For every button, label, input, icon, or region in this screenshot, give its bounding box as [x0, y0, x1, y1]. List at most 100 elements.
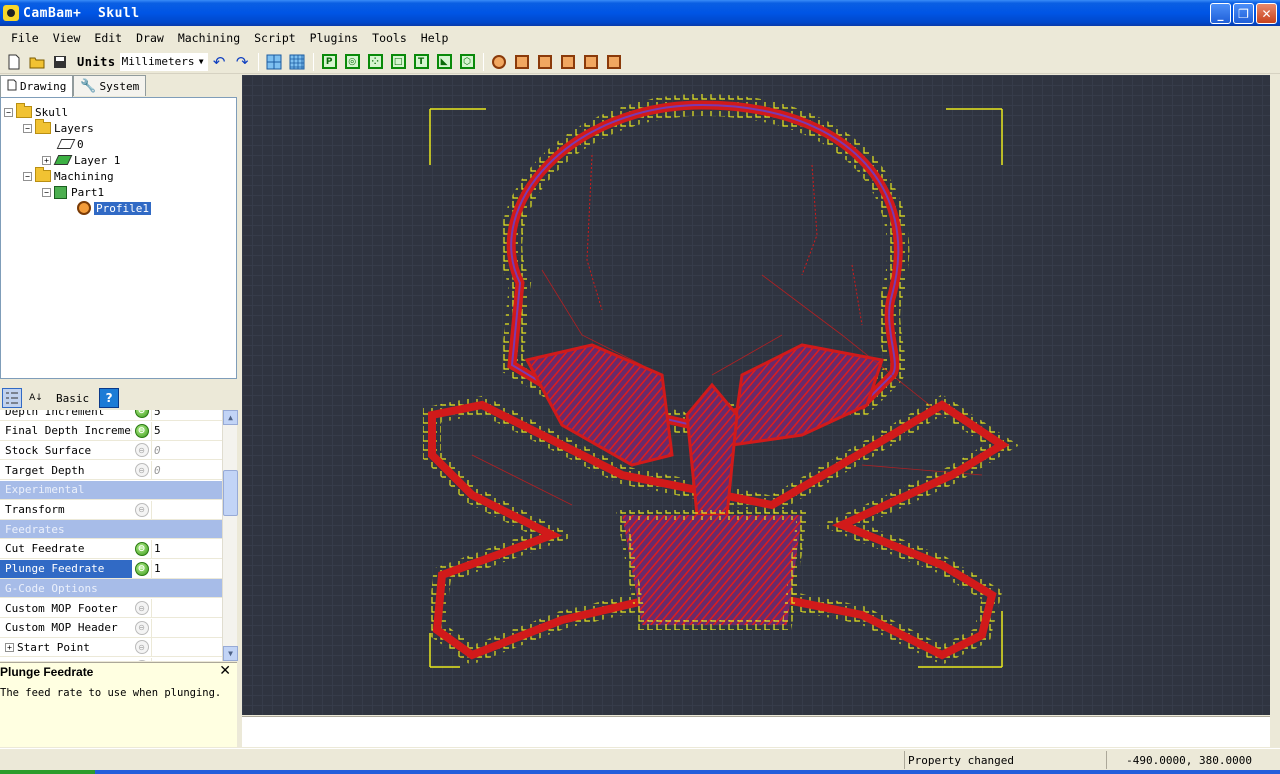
units-dropdown[interactable]: Millimeters ▼ — [119, 52, 208, 71]
drill-mop-icon[interactable]: ⁘ — [366, 53, 384, 71]
wrench-icon: 🔧 — [80, 78, 97, 94]
property-toggle[interactable]: ⊖ — [132, 501, 151, 519]
close-button[interactable]: ✕ — [1256, 3, 1277, 24]
property-row[interactable]: Plunge Feedrate ⊖ 1 — [0, 559, 222, 579]
generate-toolpaths-icon[interactable] — [490, 53, 508, 71]
scroll-down-icon[interactable]: ▼ — [223, 646, 238, 661]
property-toggle[interactable]: ⊖ — [132, 658, 151, 661]
menu-script[interactable]: Script — [247, 31, 303, 45]
menu-help[interactable]: Help — [414, 31, 456, 45]
minimize-button[interactable]: _ — [1210, 3, 1231, 24]
save-icon[interactable] — [51, 53, 69, 71]
property-row[interactable]: Cut Feedrate ⊖ 1 — [0, 539, 222, 559]
property-toggle[interactable]: ⊖ — [132, 638, 151, 656]
collapse-icon[interactable]: − — [23, 171, 32, 181]
drawing-canvas[interactable] — [242, 75, 1270, 715]
property-value[interactable] — [151, 638, 222, 657]
categorized-view-icon[interactable] — [2, 388, 22, 408]
menu-tools[interactable]: Tools — [365, 31, 414, 45]
property-row[interactable]: + Start Point ⊖ — [0, 638, 222, 658]
produce-gcode-icon[interactable] — [605, 53, 623, 71]
tree-node-layer-0[interactable]: 0 — [56, 136, 84, 152]
3d-surface-mop-icon[interactable]: ⬡ — [458, 53, 476, 71]
close-icon[interactable]: ✕ — [219, 663, 231, 679]
menu-draw[interactable]: Draw — [129, 31, 171, 45]
property-toggle[interactable]: ⊖ — [132, 619, 151, 637]
property-toggle[interactable]: ⊖ — [132, 422, 151, 440]
property-value[interactable]: Undefined — [151, 658, 222, 661]
snap-grid-icon[interactable] — [265, 53, 283, 71]
property-toggle[interactable]: ⊖ — [132, 410, 151, 420]
menu-edit[interactable]: Edit — [87, 31, 129, 45]
collapse-icon[interactable]: − — [42, 187, 51, 197]
tab-drawing[interactable]: Drawing — [0, 75, 74, 97]
property-toggle[interactable]: ⊖ — [132, 599, 151, 617]
property-toggle[interactable]: ⊖ — [132, 560, 151, 578]
property-toggle[interactable]: ⊖ — [132, 441, 151, 459]
property-category[interactable]: Feedrates — [0, 520, 222, 540]
tab-system[interactable]: 🔧 System — [73, 75, 147, 96]
property-row[interactable]: Stock Surface ⊖ 0 — [0, 441, 222, 461]
menu-file[interactable]: File — [4, 31, 46, 45]
grid-icon[interactable] — [288, 53, 306, 71]
pocket-mop-icon[interactable]: ◎ — [343, 53, 361, 71]
window-title: CamBam+ Skull — [23, 5, 140, 21]
property-value[interactable]: 5 — [151, 410, 222, 420]
profile-mop-icon[interactable]: P — [320, 53, 338, 71]
basic-mode-button[interactable]: Basic — [50, 388, 95, 408]
property-toggle[interactable]: ⊖ — [132, 461, 151, 479]
property-value[interactable]: 1 — [151, 559, 222, 578]
collapse-icon[interactable]: − — [4, 107, 13, 117]
tree-node-profile1[interactable]: Profile1 — [77, 200, 151, 216]
property-value[interactable]: 1 — [151, 539, 222, 558]
menu-plugins[interactable]: Plugins — [303, 31, 365, 45]
new-file-icon[interactable] — [5, 53, 23, 71]
property-row[interactable]: Final Depth Increment ⊖ 5 — [0, 421, 222, 441]
lathe-mop-icon[interactable]: ◣ — [435, 53, 453, 71]
property-value[interactable]: 0 — [151, 461, 222, 480]
help-icon[interactable]: ? — [99, 388, 120, 408]
property-row[interactable]: Velocity Mode⊖Undefined — [0, 658, 222, 661]
property-name-text: Custom MOP Footer — [5, 601, 118, 615]
tree-node-skull[interactable]: − Skull — [4, 103, 68, 120]
tree-node-layers[interactable]: − Layers — [23, 119, 94, 136]
property-category[interactable]: Experimental — [0, 480, 222, 500]
menu-machining[interactable]: Machining — [171, 31, 247, 45]
restore-button[interactable]: ❐ — [1233, 3, 1254, 24]
property-toggle[interactable]: ⊖ — [132, 540, 151, 558]
property-name: Velocity Mode — [0, 658, 132, 662]
property-value[interactable] — [151, 500, 222, 519]
property-value[interactable] — [151, 618, 222, 637]
expand-icon[interactable]: + — [5, 642, 14, 652]
machine-part-icon[interactable] — [513, 53, 531, 71]
tree-node-part1[interactable]: − Part1 — [42, 184, 104, 200]
tree-node-layer-1[interactable]: + Layer 1 — [42, 152, 120, 168]
property-value[interactable] — [151, 599, 222, 617]
open-folder-icon[interactable] — [28, 53, 46, 71]
property-row[interactable]: Transform ⊖ — [0, 500, 222, 520]
scroll-thumb[interactable] — [223, 470, 238, 516]
text-mop-icon[interactable]: T — [412, 53, 430, 71]
gcode-icon[interactable] — [536, 53, 554, 71]
property-category[interactable]: G-Code Options — [0, 579, 222, 599]
tool-library-icon[interactable] — [582, 53, 600, 71]
scroll-up-icon[interactable]: ▲ — [223, 410, 238, 425]
value-set-icon: ⊖ — [134, 423, 149, 438]
stock-icon[interactable] — [559, 53, 577, 71]
property-value[interactable]: 5 — [151, 421, 222, 440]
property-value[interactable]: 0 — [151, 441, 222, 460]
expand-icon[interactable]: + — [42, 155, 51, 165]
property-row[interactable]: Depth Increment ⊖ 5 — [0, 410, 222, 421]
property-scrollbar[interactable]: ▲ ▼ — [222, 410, 238, 661]
property-row[interactable]: Custom MOP Footer ⊖ — [0, 599, 222, 618]
tree-node-machining[interactable]: − Machining — [23, 167, 114, 184]
engrave-mop-icon[interactable]: □ — [389, 53, 407, 71]
redo-icon[interactable]: ↷ — [233, 53, 251, 71]
undo-icon[interactable]: ↶ — [210, 53, 228, 71]
menu-view[interactable]: View — [46, 31, 88, 45]
property-row[interactable]: Custom MOP Header ⊖ — [0, 618, 222, 638]
sort-alphabetical-icon[interactable]: A↓ — [26, 388, 46, 408]
folder-icon — [16, 103, 32, 118]
property-row[interactable]: Target Depth ⊖ 0 — [0, 461, 222, 481]
collapse-icon[interactable]: − — [23, 123, 32, 133]
